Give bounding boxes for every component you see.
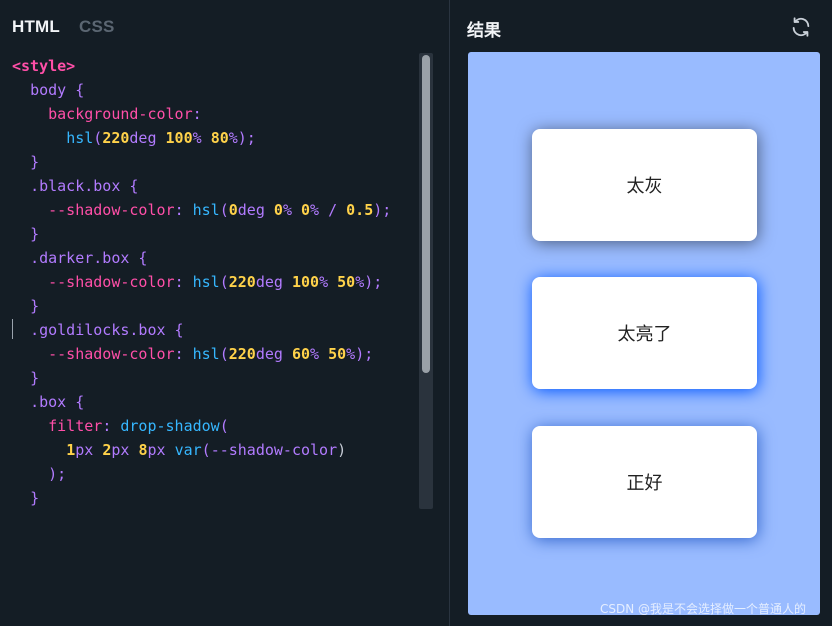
code-line[interactable]: } bbox=[12, 150, 412, 174]
code-line[interactable]: } bbox=[12, 222, 412, 246]
code-line[interactable]: .darker.box { bbox=[12, 246, 412, 270]
code-editor-panel: HTML CSS <style> body { background-color… bbox=[0, 0, 450, 626]
result-preview: 太灰 太亮了 正好 bbox=[468, 52, 820, 615]
code-line[interactable]: background-color: bbox=[12, 102, 412, 126]
box-too-bright: 太亮了 bbox=[532, 277, 757, 389]
code-line[interactable]: } bbox=[12, 486, 412, 510]
box-label: 正好 bbox=[626, 473, 663, 494]
editor-scrollbar-thumb[interactable] bbox=[422, 55, 430, 373]
editor-tabs: HTML CSS bbox=[12, 17, 115, 41]
code-area[interactable]: <style> body { background-color: hsl(220… bbox=[12, 54, 412, 510]
box-just-right: 正好 bbox=[532, 426, 757, 538]
code-line[interactable]: --shadow-color: hsl(220deg 100% 50%); bbox=[12, 270, 412, 294]
code-line[interactable]: --shadow-color: hsl(220deg 60% 50%); bbox=[12, 342, 412, 366]
editor-scrollbar[interactable] bbox=[419, 53, 433, 509]
code-line[interactable]: --shadow-color: hsl(0deg 0% 0% / 0.5); bbox=[12, 198, 412, 222]
box-label: 太灰 bbox=[626, 176, 663, 197]
result-title: 结果 bbox=[467, 21, 501, 41]
tab-css[interactable]: CSS bbox=[79, 17, 115, 41]
code-line[interactable]: } bbox=[12, 294, 412, 318]
code-line[interactable]: .black.box { bbox=[12, 174, 412, 198]
result-panel: 结果 太灰 太亮了 正好 bbox=[450, 0, 832, 626]
code-line[interactable]: filter: drop-shadow( bbox=[12, 414, 412, 438]
code-line[interactable]: .box { bbox=[12, 390, 412, 414]
code-line[interactable]: <style> bbox=[12, 54, 412, 78]
refresh-icon[interactable] bbox=[790, 16, 812, 38]
code-line[interactable]: ); bbox=[12, 462, 412, 486]
watermark: CSDN @我是不会选择做一个普通人的 bbox=[600, 602, 807, 616]
box-too-gray: 太灰 bbox=[532, 129, 757, 241]
box-label: 太亮了 bbox=[617, 324, 672, 345]
code-line[interactable]: 1px 2px 8px var(--shadow-color) bbox=[12, 438, 412, 462]
code-line[interactable]: body { bbox=[12, 78, 412, 102]
code-line[interactable]: hsl(220deg 100% 80%); bbox=[12, 126, 412, 150]
tab-html[interactable]: HTML bbox=[12, 17, 60, 41]
code-line[interactable]: .goldilocks.box { bbox=[12, 318, 412, 342]
code-line[interactable]: } bbox=[12, 366, 412, 390]
